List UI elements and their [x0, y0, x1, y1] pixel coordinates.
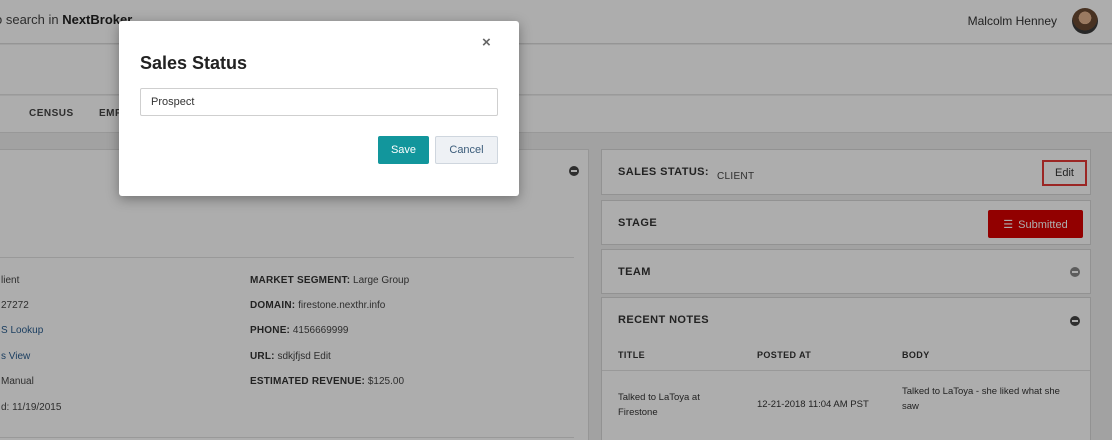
save-button[interactable]: Save [378, 136, 429, 164]
close-icon[interactable]: × [482, 34, 491, 51]
sales-status-modal: Sales Status × Save Cancel [119, 21, 519, 196]
cancel-button[interactable]: Cancel [435, 136, 498, 164]
sales-status-input[interactable] [140, 88, 498, 116]
modal-title: Sales Status [140, 53, 248, 73]
